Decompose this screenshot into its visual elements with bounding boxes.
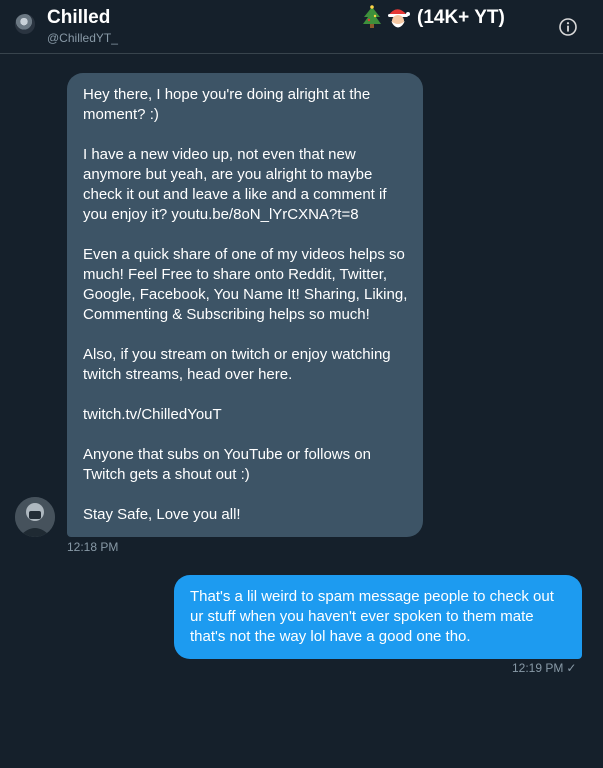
sent-message-timestamp: 12:19 PM [512, 661, 564, 675]
checkmark-icon: ✓ [566, 661, 577, 675]
sent-message-status: 12:19 PM ✓ [512, 661, 576, 675]
message-paragraph: Stay Safe, Love you all! [83, 506, 241, 523]
sent-message-text: That's a lil weird to spam message peopl… [190, 588, 554, 645]
received-message-timestamp: 12:18 PM [67, 540, 119, 554]
message-paragraph: I have a new video up, not even that new… [83, 146, 387, 223]
sender-avatar[interactable] [15, 497, 55, 537]
conversation-name[interactable]: Chilled [47, 6, 110, 30]
message-paragraph: Anyone that subs on YouTube or follows o… [83, 446, 371, 483]
conversation-handle: @ChilledYT_ [47, 31, 118, 45]
avatar-photo [15, 497, 55, 537]
conversation-header: Chilled (14K+ YT) @ChilledYT_ [0, 0, 603, 54]
header-avatar[interactable] [15, 14, 35, 34]
received-message-bubble[interactable]: Hey there, I hope you're doing alright a… [67, 73, 423, 537]
message-paragraph: Also, if you stream on twitch or enjoy w… [83, 346, 391, 383]
message-paragraph: Hey there, I hope you're doing alright a… [83, 86, 371, 123]
christmas-emoji-icon [363, 5, 410, 28]
message-paragraph: Even a quick share of one of my videos h… [83, 246, 408, 323]
info-icon[interactable] [558, 17, 578, 37]
sent-message-bubble[interactable]: That's a lil weird to spam message peopl… [174, 575, 582, 659]
conversation-name-suffix: (14K+ YT) [417, 7, 505, 28]
message-link[interactable]: twitch.tv/ChilledYouT [83, 405, 409, 425]
